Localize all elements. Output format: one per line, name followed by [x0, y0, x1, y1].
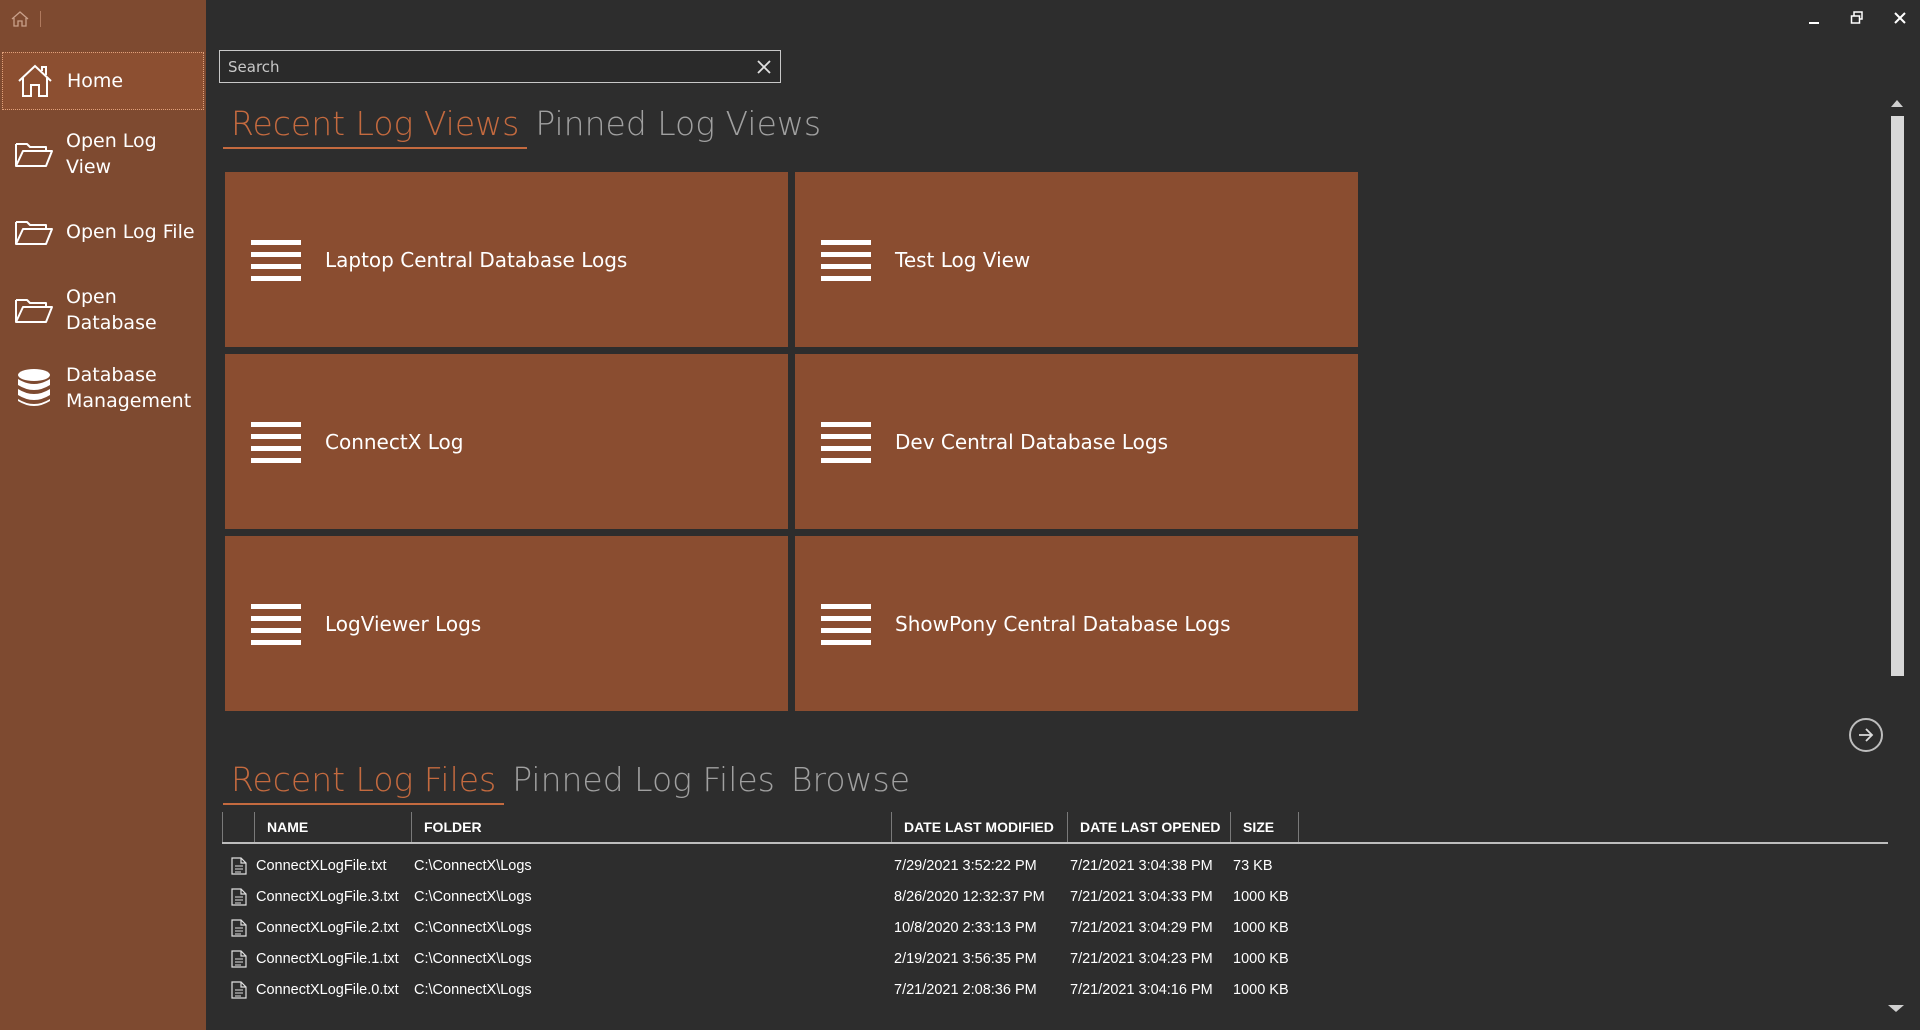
next-page-button[interactable]	[1849, 718, 1883, 752]
cell-size: 1000 KB	[1233, 981, 1289, 998]
scroll-up-icon[interactable]	[1891, 98, 1903, 108]
cell-date-opened: 7/21/2021 3:04:33 PM	[1070, 888, 1213, 905]
sidebar-item-home[interactable]: Home	[2, 52, 204, 110]
list-icon	[821, 421, 871, 463]
cell-date-modified: 10/8/2020 2:33:13 PM	[894, 919, 1037, 936]
log-view-tile[interactable]: Laptop Central Database Logs	[225, 172, 788, 347]
log-view-tile[interactable]: Dev Central Database Logs	[795, 354, 1358, 529]
sidebar: Home Open Log View Open Log File Open Da…	[0, 0, 206, 1030]
document-icon	[222, 949, 256, 968]
scrollbar-thumb[interactable]	[1891, 116, 1904, 676]
list-icon	[821, 239, 871, 281]
cell-size: 1000 KB	[1233, 950, 1289, 967]
titlebar-divider	[40, 11, 41, 27]
sidebar-item-open-log-view[interactable]: Open Log View	[2, 126, 204, 182]
cell-folder: C:\ConnectX\Logs	[414, 888, 532, 905]
cell-date-modified: 7/21/2021 2:08:36 PM	[894, 981, 1037, 998]
log-view-tile[interactable]: ConnectX Log	[225, 354, 788, 529]
table-row[interactable]: ConnectXLogFile.txt C:\ConnectX\Logs 7/29/…	[222, 850, 1888, 881]
database-icon	[2, 368, 66, 408]
cell-date-modified: 7/29/2021 3:52:22 PM	[894, 857, 1037, 874]
cell-name: ConnectXLogFile.txt	[256, 857, 387, 874]
tile-label: ShowPony Central Database Logs	[895, 611, 1231, 636]
restore-icon	[1850, 10, 1864, 29]
column-header-size[interactable]: SIZE	[1231, 812, 1299, 842]
cell-folder: C:\ConnectX\Logs	[414, 857, 532, 874]
tile-label: Laptop Central Database Logs	[325, 247, 628, 272]
scroll-down-icon[interactable]	[1888, 1004, 1904, 1014]
cell-name: ConnectXLogFile.1.txt	[256, 950, 399, 967]
cell-date-opened: 7/21/2021 3:04:38 PM	[1070, 857, 1213, 874]
column-header-name[interactable]: NAME	[255, 812, 412, 842]
table-row[interactable]: ConnectXLogFile.1.txt C:\ConnectX\Logs 2/1…	[222, 943, 1888, 974]
log-view-tile[interactable]: Test Log View	[795, 172, 1358, 347]
search-box	[219, 50, 781, 83]
cell-name: ConnectXLogFile.0.txt	[256, 981, 399, 998]
tab-recent-log-views[interactable]: Recent Log Views	[223, 104, 528, 149]
tile-label: Dev Central Database Logs	[895, 429, 1169, 454]
home-icon	[3, 63, 67, 99]
clear-search-icon[interactable]	[754, 57, 774, 77]
log-file-tabs: Recent Log Files Pinned Log Files Browse	[223, 760, 918, 805]
tab-browse[interactable]: Browse	[783, 760, 918, 805]
sidebar-item-label: Open Log View	[66, 130, 157, 178]
close-icon	[1893, 10, 1907, 29]
tile-label: Test Log View	[895, 247, 1031, 272]
minimize-icon	[1808, 10, 1820, 29]
sidebar-item-label: Home	[67, 70, 124, 92]
cell-name: ConnectXLogFile.2.txt	[256, 919, 399, 936]
document-icon	[222, 918, 256, 937]
restore-button[interactable]	[1843, 8, 1871, 30]
sidebar-item-open-database[interactable]: Open Database	[2, 282, 204, 338]
list-icon	[251, 603, 301, 645]
document-icon	[222, 887, 256, 906]
cell-folder: C:\ConnectX\Logs	[414, 919, 532, 936]
cell-folder: C:\ConnectX\Logs	[414, 950, 532, 967]
tab-pinned-log-files[interactable]: Pinned Log Files	[504, 760, 783, 805]
document-icon	[222, 856, 256, 875]
minimize-button[interactable]	[1800, 8, 1828, 30]
table-row[interactable]: ConnectXLogFile.3.txt C:\ConnectX\Logs 8/2…	[222, 881, 1888, 912]
table-row[interactable]: ConnectXLogFile.2.txt C:\ConnectX\Logs 10/…	[222, 912, 1888, 943]
document-icon	[222, 980, 256, 999]
list-icon	[821, 603, 871, 645]
list-icon	[251, 421, 301, 463]
titlebar-home-icon[interactable]	[10, 9, 32, 31]
cell-date-opened: 7/21/2021 3:04:23 PM	[1070, 950, 1213, 967]
log-view-tabs: Recent Log Views Pinned Log Views	[223, 104, 829, 149]
tile-label: LogViewer Logs	[325, 611, 482, 636]
list-icon	[251, 239, 301, 281]
sidebar-item-open-log-file[interactable]: Open Log File	[2, 204, 204, 260]
tab-recent-log-files[interactable]: Recent Log Files	[223, 760, 505, 805]
log-view-tile[interactable]: LogViewer Logs	[225, 536, 788, 711]
cell-name: ConnectXLogFile.3.txt	[256, 888, 399, 905]
table-header: NAME FOLDER DATE LAST MODIFIED DATE LAST…	[222, 812, 1888, 844]
folder-open-icon	[2, 294, 66, 326]
sidebar-item-label: Open Log File	[66, 221, 195, 243]
arrow-right-icon	[1859, 728, 1874, 742]
cell-size: 73 KB	[1233, 857, 1273, 874]
cell-date-modified: 8/26/2020 12:32:37 PM	[894, 888, 1045, 905]
search-input[interactable]	[220, 51, 740, 82]
cell-date-modified: 2/19/2021 3:56:35 PM	[894, 950, 1037, 967]
column-header-date-opened[interactable]: DATE LAST OPENED	[1068, 812, 1231, 842]
folder-open-icon	[2, 216, 66, 248]
column-header-folder[interactable]: FOLDER	[412, 812, 892, 842]
sidebar-item-label: Open Database	[66, 286, 157, 334]
folder-open-icon	[2, 138, 66, 170]
cell-size: 1000 KB	[1233, 888, 1289, 905]
tab-pinned-log-views[interactable]: Pinned Log Views	[527, 104, 829, 149]
cell-size: 1000 KB	[1233, 919, 1289, 936]
cell-date-opened: 7/21/2021 3:04:29 PM	[1070, 919, 1213, 936]
tile-label: ConnectX Log	[325, 429, 464, 454]
table-row[interactable]: ConnectXLogFile.0.txt C:\ConnectX\Logs 7/2…	[222, 974, 1888, 1005]
cell-date-opened: 7/21/2021 3:04:16 PM	[1070, 981, 1213, 998]
sidebar-item-label: Database Management	[66, 364, 192, 412]
sidebar-item-database-management[interactable]: Database Management	[2, 360, 204, 416]
close-window-button[interactable]	[1886, 8, 1914, 30]
log-view-tile[interactable]: ShowPony Central Database Logs	[795, 536, 1358, 711]
column-header-date-modified[interactable]: DATE LAST MODIFIED	[892, 812, 1068, 842]
cell-folder: C:\ConnectX\Logs	[414, 981, 532, 998]
column-header-icon	[222, 812, 255, 842]
